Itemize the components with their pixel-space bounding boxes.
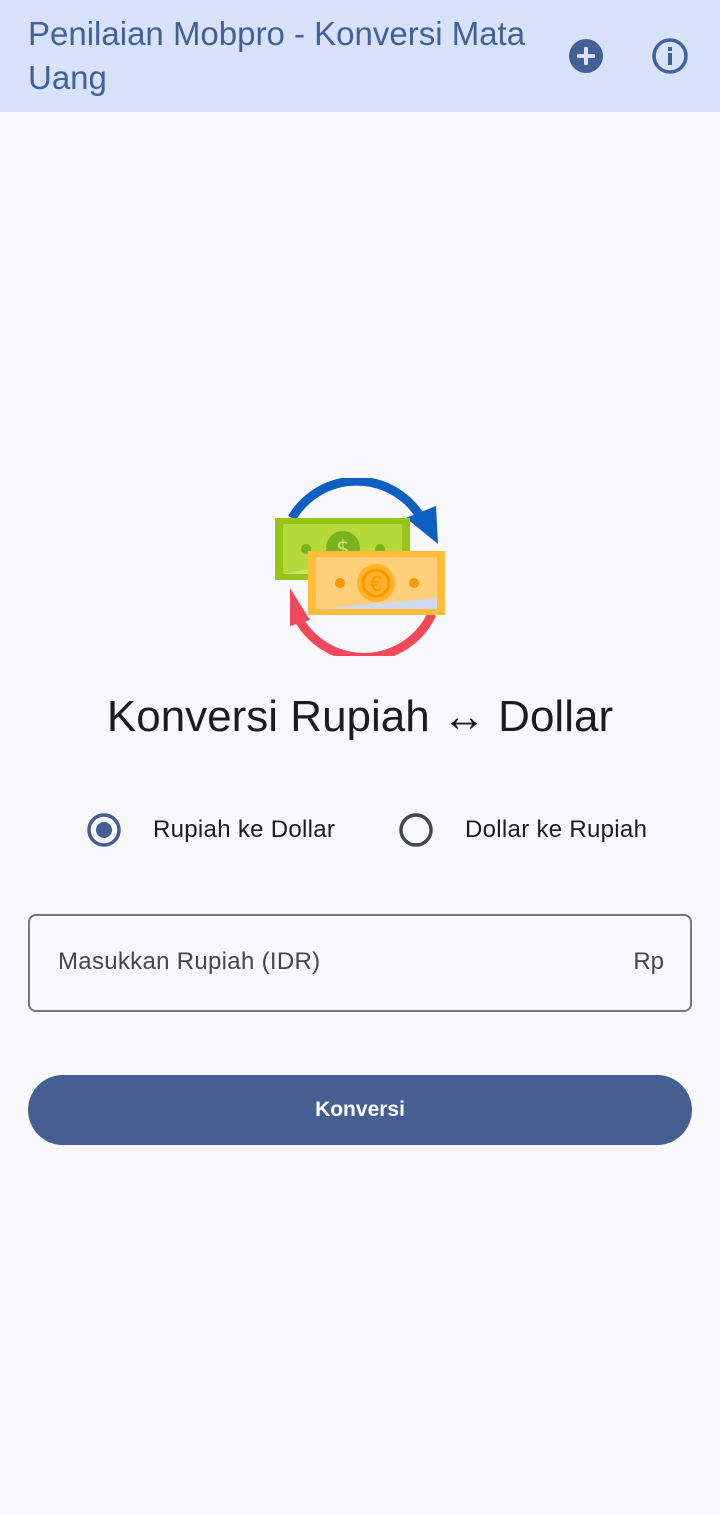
radio-dollar-to-rupiah[interactable]: Dollar ke Rupiah: [398, 806, 647, 854]
info-button[interactable]: [650, 36, 690, 76]
info-icon: [652, 38, 688, 74]
convert-button[interactable]: Konversi: [28, 1075, 692, 1145]
add-circle-icon: [569, 39, 603, 73]
page-heading: Konversi Rupiah ↔ Dollar: [106, 692, 614, 741]
radio-selected-icon[interactable]: [86, 812, 122, 848]
rupiah-amount-input[interactable]: Masukkan Rupiah (IDR) Rp: [28, 914, 692, 1012]
add-button[interactable]: [566, 36, 606, 76]
radio-label: Dollar ke Rupiah: [465, 816, 648, 843]
svg-text:€: €: [370, 572, 383, 596]
radio-rupiah-to-dollar[interactable]: Rupiah ke Dollar: [86, 806, 335, 854]
app-title: Penilaian Mobpro - Konversi Mata Uang: [28, 15, 526, 96]
currency-suffix: Rp: [633, 948, 664, 975]
app-screen: Penilaian Mobpro - Konversi Mata Uang $ …: [0, 0, 720, 1515]
convert-button-label: Konversi: [315, 1098, 405, 1121]
top-app-bar: Penilaian Mobpro - Konversi Mata Uang: [0, 0, 720, 112]
radio-label: Rupiah ke Dollar: [153, 816, 336, 843]
currency-exchange-illustration: $ €: [270, 476, 450, 662]
radio-unselected-icon[interactable]: [398, 812, 434, 848]
input-label: Masukkan Rupiah (IDR): [58, 948, 321, 975]
